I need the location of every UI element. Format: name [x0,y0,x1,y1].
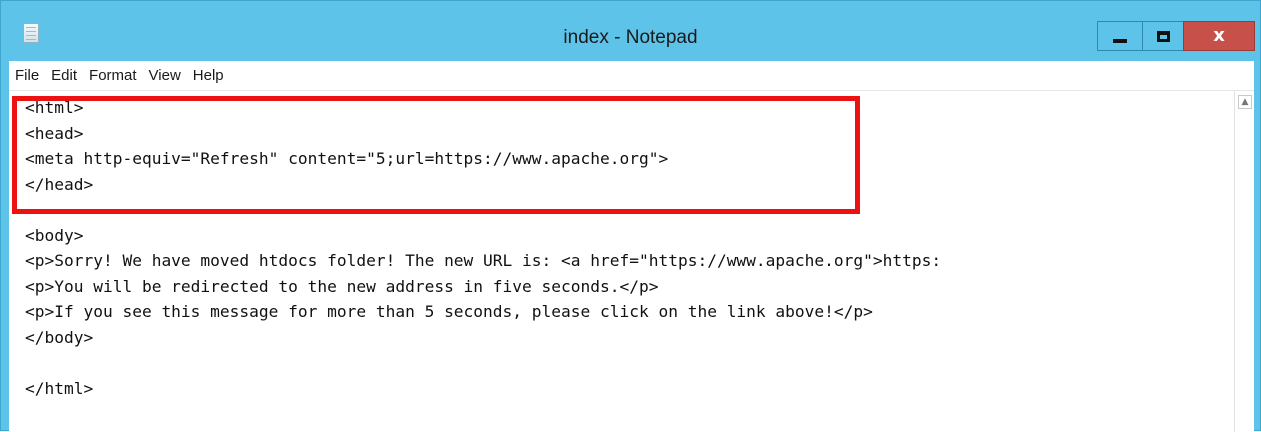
menu-item-format[interactable]: Format [83,61,143,90]
menu-item-edit[interactable]: Edit [45,61,83,90]
maximize-icon [1156,30,1170,42]
editor-text-area[interactable]: <html> <head> <meta http-equiv="Refresh"… [25,95,1231,432]
editor-line: <head> [25,123,84,143]
text-editor[interactable]: <html> <head> <meta http-equiv="Refresh"… [9,91,1254,432]
editor-line: <p>Sorry! We have moved htdocs folder! T… [25,251,942,270]
editor-line: <body> [25,225,84,245]
window-title: index - Notepad [563,27,698,48]
vertical-scrollbar[interactable]: ▲ [1234,91,1254,432]
close-icon: x [1213,25,1225,46]
editor-line: </head> [25,174,94,194]
menu-item-help[interactable]: Help [187,61,230,90]
menu-item-view[interactable]: View [143,61,187,90]
menu-item-file[interactable]: File [9,61,45,90]
editor-line: </html> [25,378,94,398]
editor-line: <meta http-equiv="Refresh" content="5;ur… [25,149,669,168]
editor-line: <p>You will be redirected to the new add… [25,276,659,296]
editor-line: <html> [25,98,84,117]
menu-bar: File Edit Format View Help [9,61,1254,91]
editor-line: </body> [25,327,94,347]
minimize-button[interactable] [1097,21,1143,51]
close-button[interactable]: x [1183,21,1255,51]
editor-line: <p>If you see this message for more than… [25,302,873,321]
scroll-up-arrow-icon[interactable]: ▲ [1238,95,1252,109]
maximize-button[interactable] [1142,21,1184,51]
minimize-icon [1113,39,1127,43]
title-bar[interactable]: index - Notepad x [1,1,1260,61]
notepad-window: index - Notepad x File Edit Format View … [0,0,1261,432]
